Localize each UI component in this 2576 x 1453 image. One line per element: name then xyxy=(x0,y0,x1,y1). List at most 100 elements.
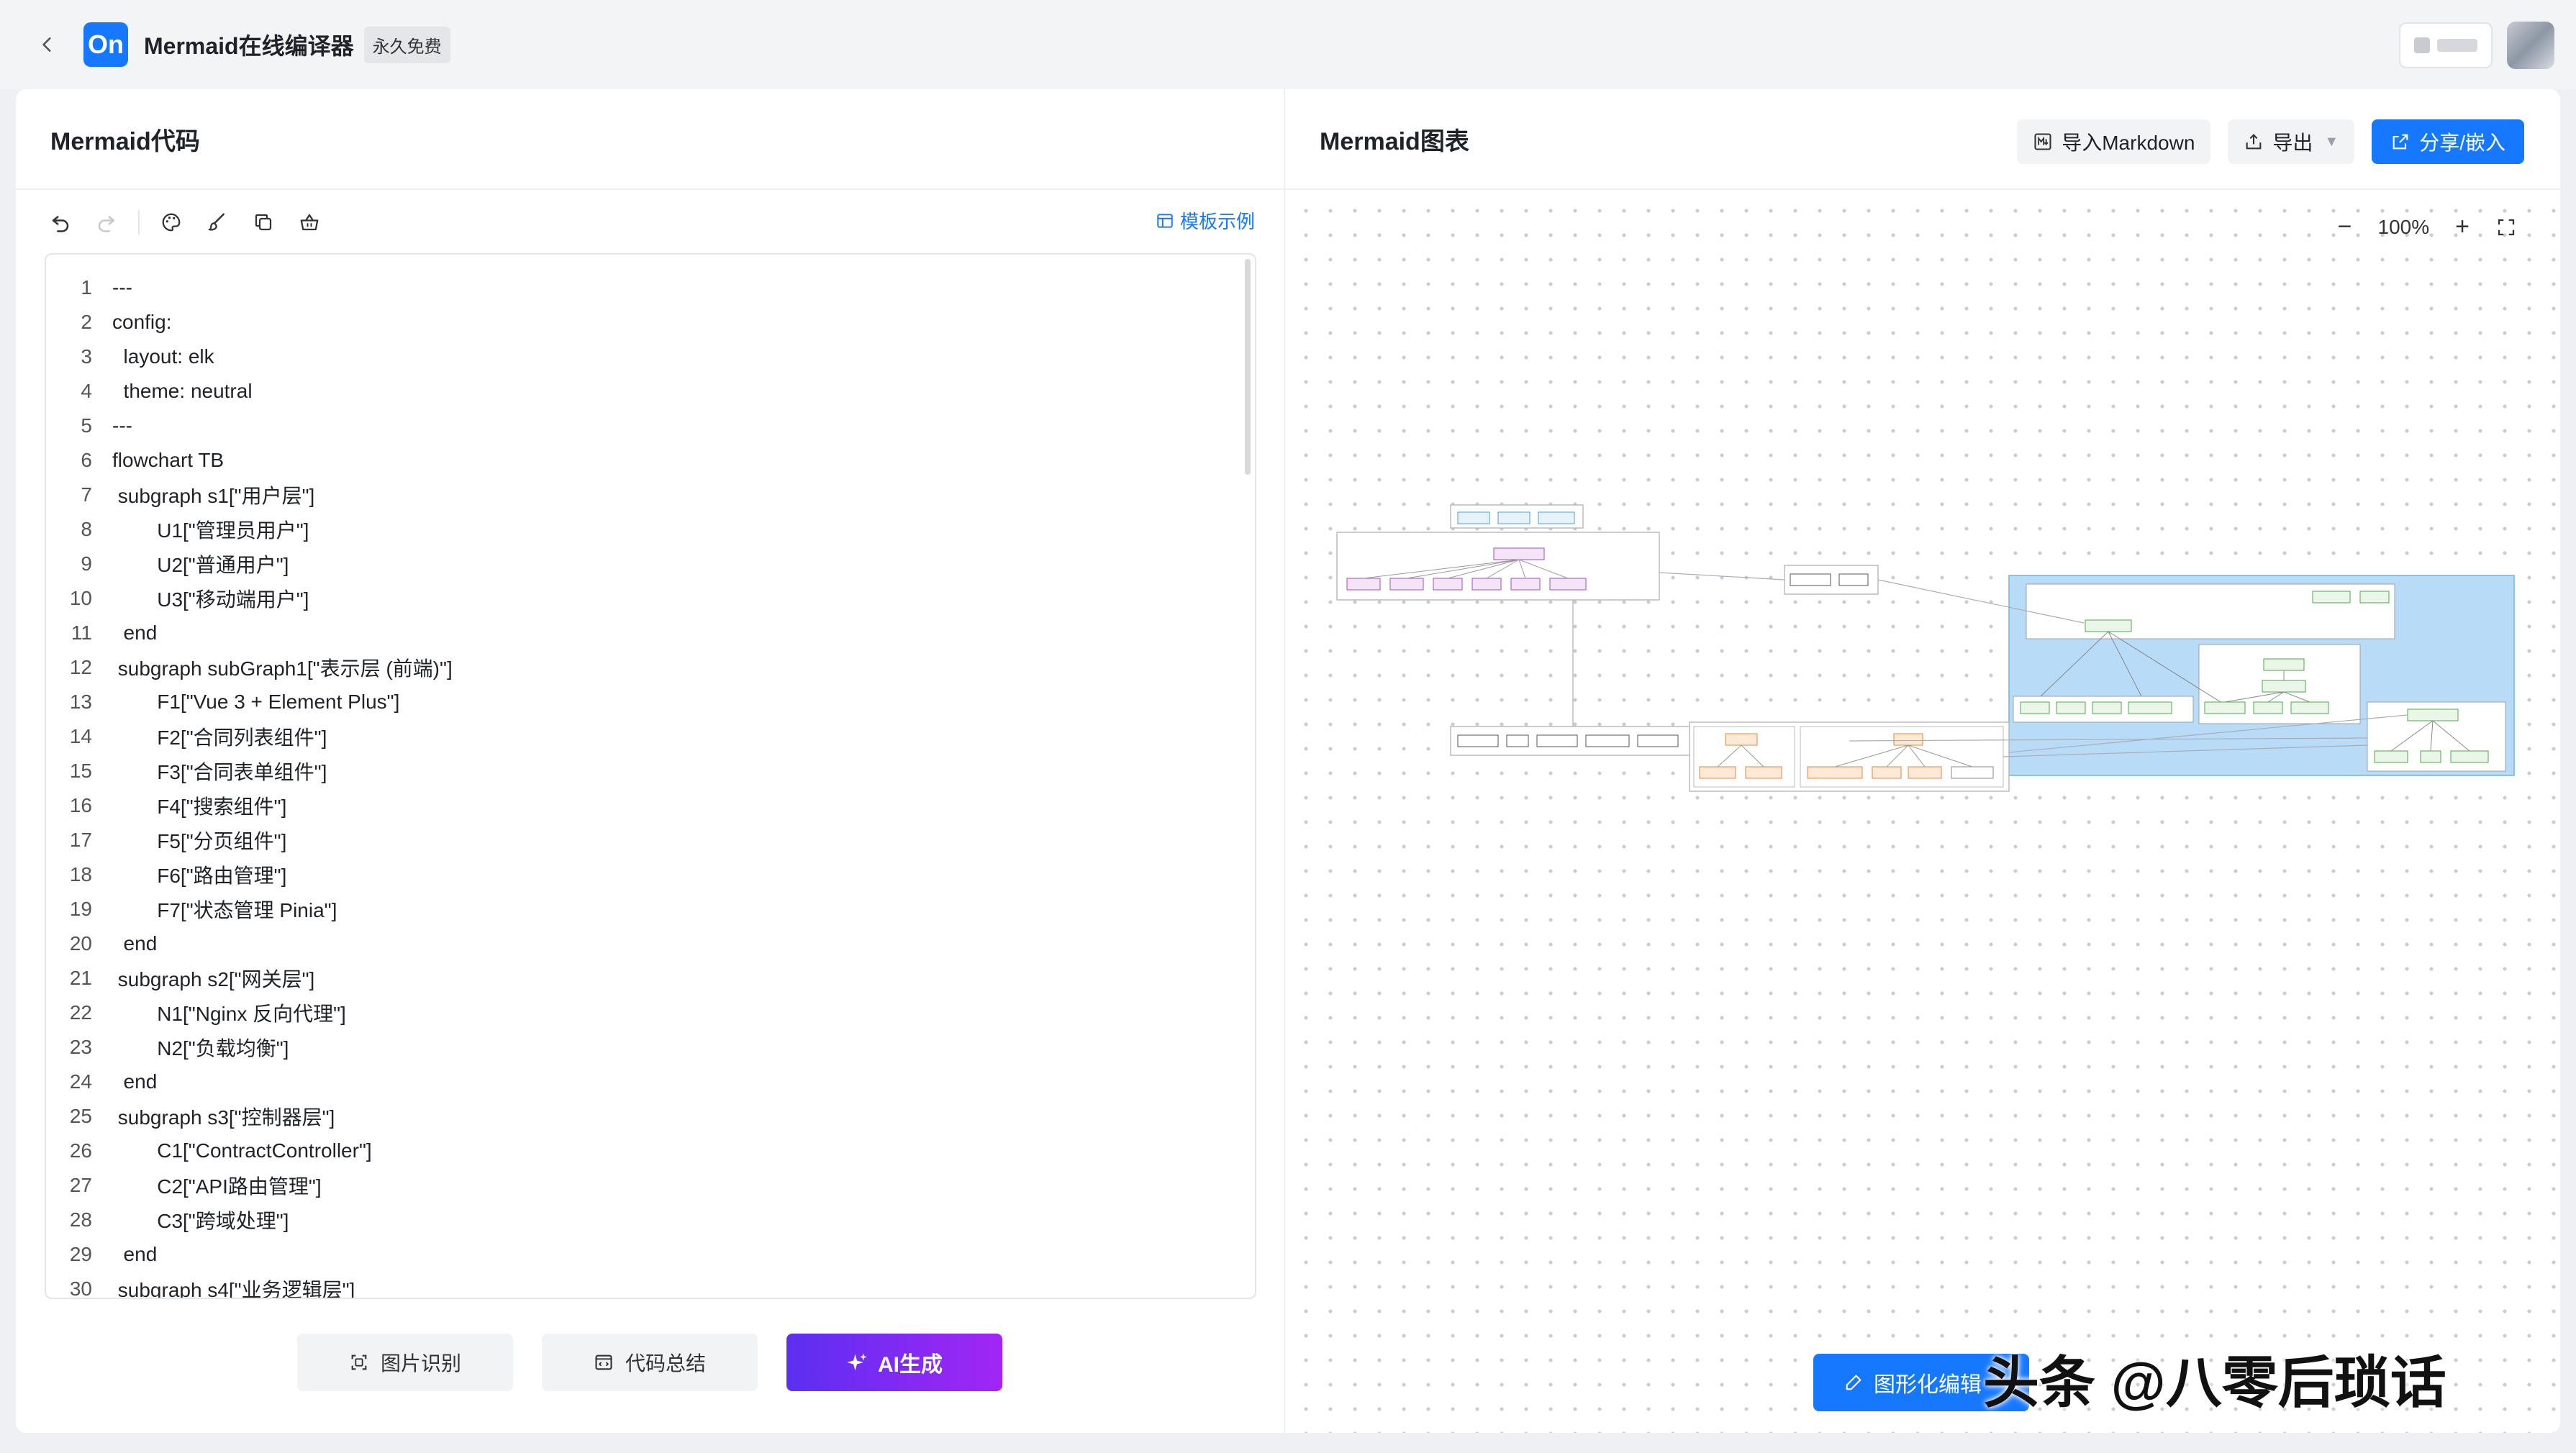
template-example-link[interactable]: 模板示例 xyxy=(1156,207,1255,234)
code-line[interactable]: 8 U1["管理员用户"] xyxy=(46,512,1255,547)
code-text: F4["搜索组件"] xyxy=(112,796,287,818)
back-arrow-icon[interactable] xyxy=(33,30,62,59)
code-line[interactable]: 16 F4["搜索组件"] xyxy=(46,788,1255,823)
scan-icon xyxy=(351,1354,367,1370)
code-text: F7["状态管理 Pinia"] xyxy=(112,899,337,921)
caret-down-icon: ▼ xyxy=(2324,133,2339,150)
ai-generate-button[interactable]: AI生成 xyxy=(786,1334,1002,1391)
code-line[interactable]: 13 F1["Vue 3 + Element Plus"] xyxy=(46,685,1255,719)
code-editor[interactable]: 1 --- 2 config: 3 layout: elk 4 theme: neutra… xyxy=(45,253,1256,1299)
code-line[interactable]: 7 subgraph s1["用户层"] xyxy=(46,478,1255,512)
code-text: F2["合同列表组件"] xyxy=(112,726,327,749)
line-number: 15 xyxy=(69,760,92,782)
editor-scrollbar[interactable] xyxy=(1245,259,1251,475)
code-line[interactable]: 30 subgraph s4["业务逻辑层"] xyxy=(46,1272,1255,1298)
code-line[interactable]: 28 C3["跨域处理"] xyxy=(46,1203,1255,1237)
code-line[interactable]: 17 F5["分页组件"] xyxy=(46,823,1255,857)
line-number: 7 xyxy=(81,483,92,506)
external-link-icon xyxy=(2393,134,2408,150)
code-line[interactable]: 26 C1["ContractController"] xyxy=(46,1134,1255,1168)
code-actions: 图片识别 代码总结 AI生成 xyxy=(16,1334,1284,1391)
line-number: 27 xyxy=(69,1174,92,1196)
line-number: 12 xyxy=(69,656,92,678)
code-text: C3["跨域处理"] xyxy=(112,1210,289,1232)
line-number: 25 xyxy=(69,1105,92,1127)
code-line[interactable]: 15 F3["合同表单组件"] xyxy=(46,754,1255,788)
code-line[interactable]: 9 U2["普通用户"] xyxy=(46,547,1255,581)
toolbar-divider xyxy=(138,210,140,234)
code-line[interactable]: 12 subgraph subGraph1["表示层 (前端)"] xyxy=(46,650,1255,685)
code-line[interactable]: 3 layout: elk xyxy=(46,340,1255,374)
gateway-group xyxy=(1784,565,1879,595)
markdown-icon xyxy=(2034,133,2051,150)
image-recognition-button[interactable]: 图片识别 xyxy=(297,1334,513,1391)
code-line[interactable]: 19 F7["状态管理 Pinia"] xyxy=(46,892,1255,926)
code-line[interactable]: 24 end xyxy=(46,1065,1255,1099)
code-line[interactable]: 14 F2["合同列表组件"] xyxy=(46,719,1255,754)
code-line[interactable]: 21 subgraph s2["网关层"] xyxy=(46,961,1255,996)
code-text: subgraph subGraph1["表示层 (前端)"] xyxy=(112,657,453,680)
redo-icon[interactable] xyxy=(91,206,122,238)
diagram-actions: 导入Markdown 导出 ▼ 分享/嵌入 xyxy=(2017,119,2524,164)
code-line[interactable]: 22 N1["Nginx 反向代理"] xyxy=(46,996,1255,1030)
code-text: subgraph s1["用户层"] xyxy=(112,485,315,507)
app-logo: On xyxy=(83,22,128,67)
code-text: U2["普通用户"] xyxy=(112,554,289,576)
code-line[interactable]: 11 end xyxy=(46,616,1255,650)
code-summary-button[interactable]: 代码总结 xyxy=(542,1334,758,1391)
code-text: subgraph s2["网关层"] xyxy=(112,968,315,990)
line-number: 5 xyxy=(81,414,92,437)
app-title: Mermaid在线编译器 xyxy=(144,33,354,59)
code-text: C2["API路由管理"] xyxy=(112,1175,322,1198)
import-markdown-button[interactable]: 导入Markdown xyxy=(2017,119,2211,164)
code-line[interactable]: 25 subgraph s3["控制器层"] xyxy=(46,1099,1255,1134)
line-number: 8 xyxy=(81,518,92,540)
clear-basket-icon[interactable] xyxy=(294,206,325,238)
code-text: U1["管理员用户"] xyxy=(112,519,309,542)
code-line[interactable]: 6 flowchart TB xyxy=(46,443,1255,478)
code-line[interactable]: 23 N2["负载均衡"] xyxy=(46,1030,1255,1065)
diagram-canvas[interactable]: − 100% + 图形化编辑 头条 @八零后琐话 xyxy=(1285,191,2560,1433)
user-layer-group xyxy=(1450,504,1584,529)
ai-generate-label: AI生成 xyxy=(878,1353,943,1377)
line-number: 2 xyxy=(81,311,92,333)
code-text: end xyxy=(112,1243,158,1265)
code-text: config: xyxy=(112,311,172,333)
image-recognition-label: 图片识别 xyxy=(380,1352,461,1375)
top-right-area xyxy=(2399,22,2554,69)
code-text: C1["ContractController"] xyxy=(112,1139,372,1162)
pencil-icon xyxy=(1846,1375,1861,1390)
line-number: 14 xyxy=(69,725,92,747)
sparkle-icon xyxy=(847,1353,867,1371)
code-line[interactable]: 20 end xyxy=(46,926,1255,961)
code-line[interactable]: 10 U3["移动端用户"] xyxy=(46,581,1255,616)
code-line[interactable]: 1 --- xyxy=(46,270,1255,305)
undo-icon[interactable] xyxy=(45,206,76,238)
rendered-flowchart xyxy=(1336,504,2515,792)
code-panel: Mermaid代码 模板示例 1 --- 2 config: 3 layout: elk… xyxy=(16,89,1285,1433)
code-text: subgraph s3["控制器层"] xyxy=(112,1106,335,1129)
account-pill[interactable] xyxy=(2399,22,2493,68)
code-text: --- xyxy=(112,276,132,299)
code-text: F5["分页组件"] xyxy=(112,830,287,852)
diagram-panel-header: Mermaid图表 导入Markdown 导出 ▼ 分享/嵌入 xyxy=(1285,89,2560,190)
line-number: 10 xyxy=(69,587,92,609)
brush-icon[interactable] xyxy=(201,206,233,238)
code-text: F1["Vue 3 + Element Plus"] xyxy=(112,691,400,713)
code-text: F6["路由管理"] xyxy=(112,865,287,887)
share-embed-button[interactable]: 分享/嵌入 xyxy=(2372,119,2524,164)
code-line[interactable]: 4 theme: neutral xyxy=(46,374,1255,409)
code-line[interactable]: 27 C2["API路由管理"] xyxy=(46,1168,1255,1203)
frontend-layer-group xyxy=(1336,532,1660,601)
upload-icon xyxy=(2246,134,2262,150)
palette-icon[interactable] xyxy=(155,206,187,238)
code-window-icon xyxy=(595,1354,612,1370)
code-line[interactable]: 5 --- xyxy=(46,409,1255,443)
avatar[interactable] xyxy=(2507,22,2554,69)
code-line[interactable]: 2 config: xyxy=(46,305,1255,340)
copy-icon[interactable] xyxy=(248,206,279,238)
line-number: 20 xyxy=(69,932,92,955)
code-line[interactable]: 18 F6["路由管理"] xyxy=(46,857,1255,892)
code-line[interactable]: 29 end xyxy=(46,1237,1255,1272)
export-dropdown[interactable]: 导出 ▼ xyxy=(2228,119,2355,164)
